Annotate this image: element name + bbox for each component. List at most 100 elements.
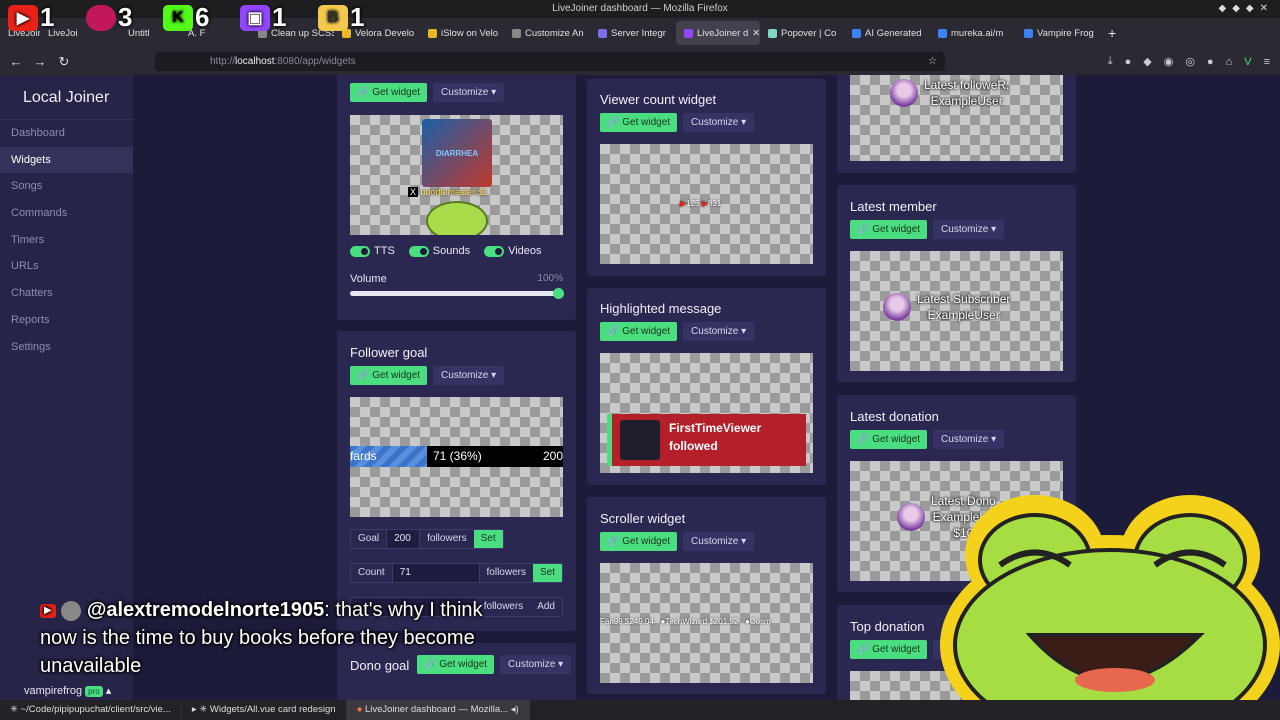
get-widget-button[interactable]: 🔗 Get widget	[850, 430, 928, 449]
customize-dropdown[interactable]: Customize ▾	[933, 430, 1005, 449]
taskbar-item-editor[interactable]: ▸ ✳ Widgets/All.vue card redesign	[182, 700, 347, 720]
vampire-frog-icon	[1024, 28, 1033, 38]
back-icon[interactable]: ←	[4, 54, 28, 69]
get-widget-button[interactable]: 🔗 Get widget	[850, 220, 928, 239]
latest-member-card: Latest member 🔗 Get widget Customize ▾ L…	[837, 185, 1076, 382]
b-badge-icon: B	[318, 4, 348, 31]
twitch-icon: ▣	[240, 4, 270, 31]
tab-label: AI Generated	[865, 27, 922, 39]
set-count-button[interactable]: Set	[532, 564, 562, 582]
widget-preview: Latest Subscriber ExampleUser	[850, 251, 1063, 371]
ticker-item: TechWizard $201.52	[665, 617, 739, 626]
youtube-icon: ▶	[40, 603, 56, 618]
toggle-switch	[350, 245, 370, 257]
volume-value: 100%	[537, 273, 563, 284]
stat-count: 1	[272, 2, 287, 32]
button-label: Customize	[441, 370, 489, 381]
tab-11[interactable]: AI Generated	[844, 18, 930, 48]
menu-icon[interactable]: ≡	[1264, 56, 1270, 68]
add-button[interactable]: Add	[530, 598, 562, 616]
taskbar-item-firefox[interactable]: ● LiveJoiner dashboard — Mozilla... ◂)	[346, 700, 530, 720]
card-actions: 🔗 Get widget Customize ▾	[600, 532, 755, 551]
get-widget-button[interactable]: 🔗 Get widget	[350, 83, 428, 102]
sidebar-item-settings[interactable]: Settings	[0, 334, 133, 361]
url-bar[interactable]: http://localhost:8080/app/widgets ☆	[155, 52, 945, 71]
sidebar-item-chatters[interactable]: Chatters	[0, 280, 133, 307]
scroller-ticker: Fan99 $249.04 ●TechWizard $201.52 ●Cosm	[600, 617, 771, 626]
card-actions: 🔗 Get widget Customize ▾	[600, 113, 755, 132]
username: vampirefrog	[24, 685, 83, 697]
highlighted-message-card: Highlighted message 🔗 Get widget Customi…	[587, 288, 826, 485]
get-widget-button[interactable]: 🔗 Get widget	[600, 322, 678, 341]
sidebar-item-dashboard[interactable]: Dashboard	[0, 120, 133, 147]
customize-dropdown[interactable]: Customize ▾	[933, 220, 1005, 239]
customize-dropdown[interactable]: Customize ▾	[683, 532, 755, 551]
avatar	[61, 600, 82, 621]
forward-icon[interactable]: →	[28, 54, 52, 69]
tab-9-active[interactable]: LiveJoiner d ✕	[676, 21, 760, 45]
toggle-switch	[408, 245, 429, 257]
avatar	[883, 293, 911, 322]
volume-slider[interactable]	[350, 288, 564, 299]
new-tab-button[interactable]: +	[1100, 18, 1124, 48]
count-input[interactable]: 71	[391, 564, 480, 582]
download-icon[interactable]: ⤓	[1108, 55, 1113, 68]
tab-10[interactable]: Popover | Co	[760, 18, 844, 48]
sidebar-item-commands[interactable]: Commands	[0, 200, 133, 227]
sidebar-item-reports[interactable]: Reports	[0, 307, 133, 334]
set-goal-button[interactable]: Set	[473, 530, 503, 548]
shield-icon[interactable]: ◆	[1143, 55, 1151, 68]
videos-toggle[interactable]: Videos	[484, 245, 542, 257]
sidebar-item-timers[interactable]: Timers	[0, 227, 133, 254]
get-widget-button[interactable]: 🔗 Get widget	[600, 113, 678, 132]
v-extension-icon[interactable]: V	[1244, 56, 1251, 68]
slider-handle[interactable]	[553, 288, 564, 299]
os-taskbar: ✳ ~/Code/pipipupuchat/client/src/vie... …	[0, 700, 1280, 720]
close-icon[interactable]: ✕	[752, 28, 760, 39]
customize-dropdown[interactable]: Customize ▾	[433, 83, 505, 102]
get-widget-button[interactable]: 🔗 Get widget	[350, 366, 428, 385]
highlight-name: FirstTimeViewer	[669, 421, 762, 435]
reload-icon[interactable]: ↻	[52, 54, 76, 70]
puzzle-icon[interactable]: ⌂	[1226, 56, 1233, 68]
bookmark-star-icon[interactable]: ☆	[928, 52, 937, 71]
get-widget-button[interactable]: 🔗 Get widget	[600, 532, 678, 551]
card-title: Latest member	[850, 199, 937, 214]
extension-icon[interactable]: ◎	[1185, 55, 1195, 68]
customize-dropdown[interactable]: Customize ▾	[683, 113, 755, 132]
customize-dropdown[interactable]: Customize ▾	[433, 366, 505, 385]
mureka-icon	[938, 28, 947, 38]
sidebar-item-songs[interactable]: Songs	[0, 173, 133, 200]
tab-8[interactable]: Server Integr	[590, 18, 676, 48]
extension-icon[interactable]: ◉	[1164, 55, 1174, 68]
tab-12[interactable]: mureka.ai/m	[930, 18, 1016, 48]
tab-6[interactable]: iSlow on Velo	[420, 18, 504, 48]
count-label: Count	[351, 564, 392, 582]
sounds-toggle[interactable]: Sounds	[408, 245, 470, 257]
frog-mascot	[426, 201, 488, 235]
tts-toggle[interactable]: TTS	[350, 245, 395, 257]
tab-7[interactable]: Customize An	[504, 18, 590, 48]
goal-input[interactable]: 200	[386, 530, 421, 548]
account-icon[interactable]: ●	[1125, 56, 1132, 68]
media-widget-card: 🔗 Get widget Customize ▾ DIARRHEA X nood…	[337, 75, 576, 320]
window-controls[interactable]: ◆◆◆✕	[1219, 0, 1274, 18]
taskbar-label: ✳ Widgets/All.vue card redesign	[199, 704, 336, 715]
speaker-icon: ◂)	[510, 704, 519, 715]
extension-icon[interactable]: ●	[1207, 56, 1214, 68]
get-widget-button[interactable]: 🔗 Get widget	[850, 640, 928, 659]
goal-bar: fards 71 (36%) 200	[350, 446, 563, 467]
highlight-banner: FirstTimeViewer followed	[607, 414, 806, 466]
sidebar-item-widgets[interactable]: Widgets	[0, 146, 133, 174]
tab-label: Server Integr	[611, 27, 666, 39]
button-label: Get widget	[872, 224, 921, 235]
taskbar-item-terminal[interactable]: ✳ ~/Code/pipipupuchat/client/src/vie...	[0, 700, 182, 720]
viewer-count-card: Viewer count widget 🔗 Get widget Customi…	[587, 79, 826, 276]
tab-13[interactable]: Vampire Frog	[1016, 18, 1100, 48]
card-title: Follower goal	[350, 345, 428, 360]
sidebar-item-urls[interactable]: URLs	[0, 253, 133, 280]
customize-dropdown[interactable]: Customize ▾	[683, 322, 755, 341]
stat-count: 6	[195, 2, 210, 32]
user-menu[interactable]: vampirefrog pro ▴	[24, 684, 111, 697]
tab-label: mureka.ai/m	[951, 27, 1004, 39]
